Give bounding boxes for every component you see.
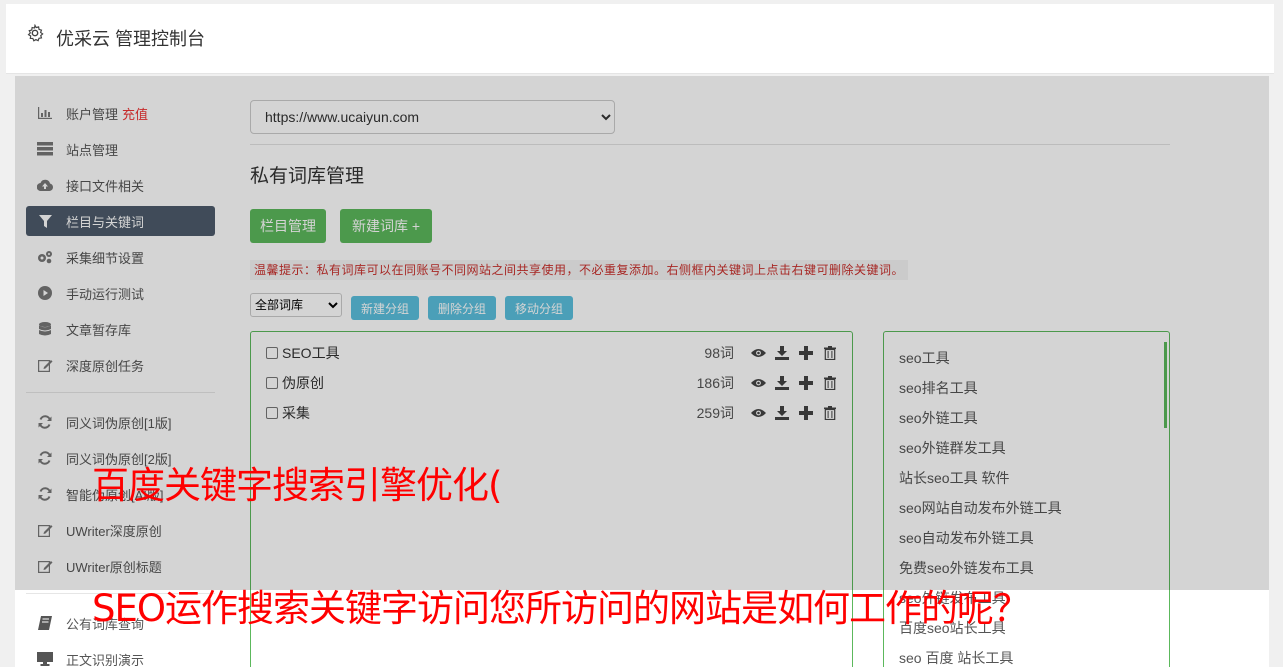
book-icon — [37, 615, 53, 631]
gear-icon — [27, 24, 44, 42]
dim-overlay — [15, 76, 1269, 590]
header-bar: 优采云 管理控制台 — [6, 4, 1274, 74]
overlay-caption-line1: 百度关键字搜索引擎优化( — [92, 464, 502, 507]
keyword-item[interactable]: seo 百度 站长工具 — [899, 648, 1013, 667]
monitor-icon — [37, 651, 53, 667]
app-title: 优采云 管理控制台 — [56, 29, 206, 49]
sidebar-item-label: 正文识别演示 — [66, 652, 145, 667]
overlay-caption-line2: SEO运作搜索关键字访问您所访问的网站是如何工作的呢？ — [92, 587, 1030, 630]
sidebar-item-text-recognition[interactable]: 正文识别演示 — [26, 644, 215, 667]
